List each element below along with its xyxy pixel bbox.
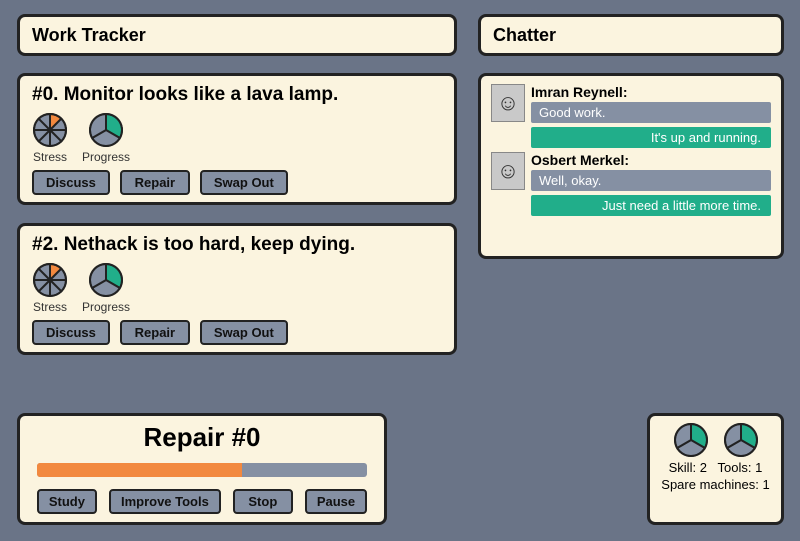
progress-pie-icon: [88, 112, 124, 148]
repair-progress-fill: [37, 463, 242, 477]
repair-title: Repair #0: [143, 422, 260, 453]
swap-out-button[interactable]: Swap Out: [200, 170, 288, 195]
repair-progress-bar: [37, 463, 367, 477]
repair-button[interactable]: Repair: [120, 320, 190, 345]
avatar-icon: ☺: [491, 152, 525, 190]
chat-thread: ☺ Osbert Merkel: Well, okay. Just need a…: [491, 152, 771, 216]
repair-button[interactable]: Repair: [120, 170, 190, 195]
chat-outgoing-message: Just need a little more time.: [531, 195, 771, 216]
ticket-card-2: #2. Nethack is too hard, keep dying. Str…: [17, 223, 457, 355]
discuss-button[interactable]: Discuss: [32, 170, 110, 195]
chatter-panel: ☺ Imran Reynell: Good work. It's up and …: [478, 73, 784, 259]
study-button[interactable]: Study: [37, 489, 97, 514]
progress-label: Progress: [82, 150, 130, 164]
tools-pie-icon: [723, 422, 759, 458]
ticket-card-0: #0. Monitor looks like a lava lamp. Stre…: [17, 73, 457, 205]
chat-incoming-message: Good work.: [531, 102, 771, 123]
chatter-title: Chatter: [481, 17, 781, 54]
discuss-button[interactable]: Discuss: [32, 320, 110, 345]
chat-thread: ☺ Imran Reynell: Good work. It's up and …: [491, 84, 771, 148]
progress-pie-icon: [88, 262, 124, 298]
stress-pie-icon: [32, 112, 68, 148]
repair-panel: Repair #0 Study Improve Tools Stop Pause: [17, 413, 387, 525]
chat-outgoing-message: It's up and running.: [531, 127, 771, 148]
stats-panel: Skill: 2 Tools: 1 Spare machines: 1: [647, 413, 784, 525]
stress-label: Stress: [33, 150, 67, 164]
chat-sender-name: Imran Reynell:: [531, 84, 771, 100]
chatter-header: Chatter: [478, 14, 784, 56]
spare-machines-line: Spare machines: 1: [661, 477, 769, 492]
skill-pie-icon: [673, 422, 709, 458]
ticket-title: #2. Nethack is too hard, keep dying.: [20, 226, 454, 260]
progress-label: Progress: [82, 300, 130, 314]
stop-button[interactable]: Stop: [233, 489, 293, 514]
pause-button[interactable]: Pause: [305, 489, 367, 514]
stress-label: Stress: [33, 300, 67, 314]
ticket-title: #0. Monitor looks like a lava lamp.: [20, 76, 454, 110]
avatar-icon: ☺: [491, 84, 525, 122]
improve-tools-button[interactable]: Improve Tools: [109, 489, 221, 514]
work-tracker-title: Work Tracker: [20, 17, 454, 54]
chat-sender-name: Osbert Merkel:: [531, 152, 771, 168]
chat-incoming-message: Well, okay.: [531, 170, 771, 191]
work-tracker-header: Work Tracker: [17, 14, 457, 56]
skill-tools-line: Skill: 2 Tools: 1: [669, 460, 763, 475]
swap-out-button[interactable]: Swap Out: [200, 320, 288, 345]
stress-pie-icon: [32, 262, 68, 298]
